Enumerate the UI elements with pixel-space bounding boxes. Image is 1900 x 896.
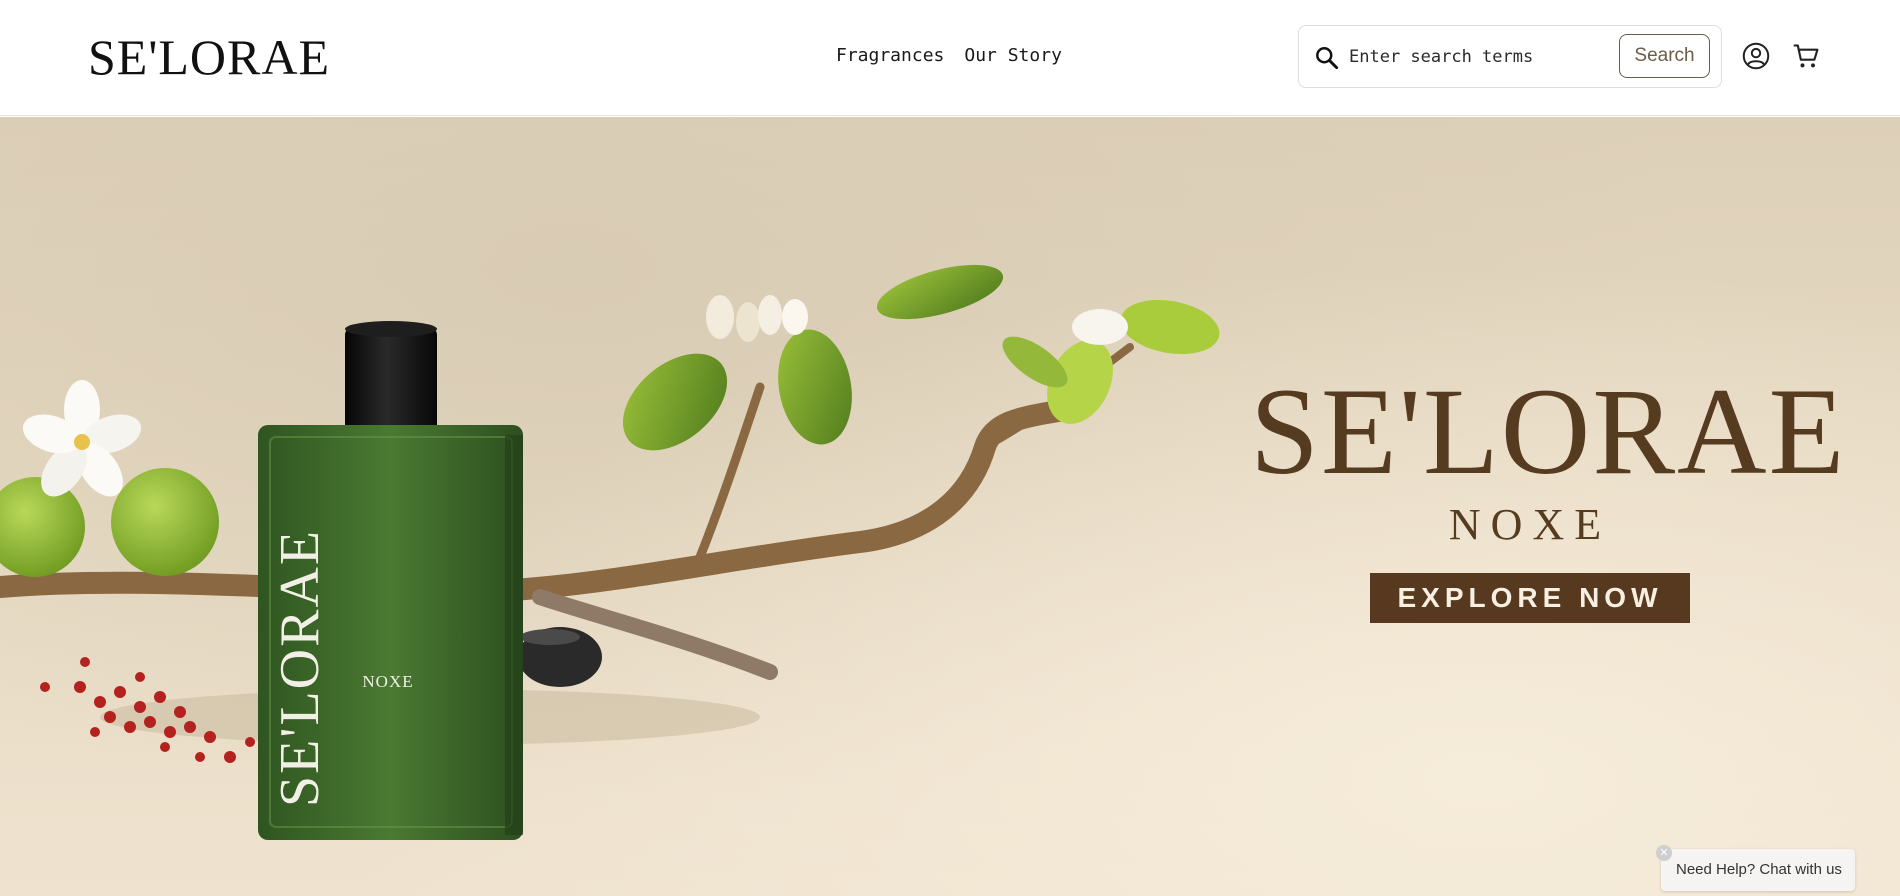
shopping-cart-icon[interactable] [1792,42,1820,70]
hero-banner[interactable]: SE'LORAE NOXE SE'LORAE NOXE EXPLORE NOW [0,117,1900,896]
account-circle-icon[interactable] [1742,42,1770,70]
bottle-label-text: NOXE [362,672,413,691]
hero-brand-title: SE'LORAE [1250,363,1847,500]
main-nav: Fragrances Our Story [836,44,1062,68]
bottle-brand-text: SE'LORAE [269,529,331,807]
nav-item-fragrances[interactable]: Fragrances [836,44,944,68]
hero-product-name: NOXE [1448,500,1612,549]
site-header: SE'LORAE Fragrances Our Story Search [0,0,1900,116]
chat-widget[interactable]: Need Help? Chat with us [1661,849,1855,891]
explore-now-button[interactable]: EXPLORE NOW [1370,573,1690,623]
close-icon[interactable]: ✕ [1656,845,1672,861]
site-logo[interactable]: SE'LORAE [88,28,330,86]
search-bar: Search [1298,25,1722,88]
search-input[interactable] [1349,38,1609,76]
nav-item-our-story[interactable]: Our Story [964,44,1062,68]
search-icon [1316,47,1339,70]
hero-text-block: SE'LORAE NOXE EXPLORE NOW [1250,363,1847,623]
search-button[interactable]: Search [1619,34,1710,78]
